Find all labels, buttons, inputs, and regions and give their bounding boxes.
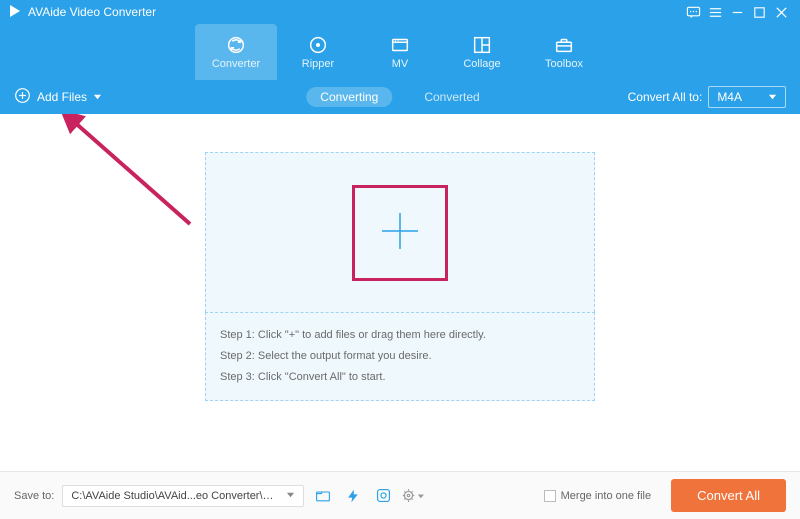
add-files-label: Add Files	[37, 90, 87, 104]
drop-zone: Step 1: Click "+" to add files or drag t…	[205, 152, 595, 401]
caret-down-icon	[768, 90, 777, 104]
ripper-icon	[307, 35, 329, 55]
open-folder-icon[interactable]	[312, 485, 334, 507]
sub-toolbar: Add Files Converting Converted Convert A…	[0, 80, 800, 114]
add-files-button[interactable]: Add Files	[14, 87, 102, 107]
output-format-dropdown[interactable]: M4A	[708, 86, 786, 108]
save-path-dropdown[interactable]: C:\AVAide Studio\AVAid...eo Converter\Co…	[62, 485, 304, 507]
tab-label: Toolbox	[545, 58, 583, 70]
minimize-icon[interactable]	[726, 1, 748, 23]
collage-icon	[471, 35, 493, 55]
close-icon[interactable]	[770, 1, 792, 23]
annotation-arrow	[40, 114, 220, 247]
merge-checkbox[interactable]	[544, 490, 556, 502]
tab-toolbox[interactable]: Toolbox	[523, 24, 605, 80]
tab-label: Collage	[463, 58, 500, 70]
header: Converter Ripper MV Collage Toolbox	[0, 24, 800, 80]
settings-icon[interactable]	[402, 485, 424, 507]
step-2-text: Step 2: Select the output format you des…	[220, 346, 580, 367]
add-files-hitbox[interactable]	[352, 185, 448, 281]
convert-all-to-label: Convert All to:	[628, 90, 703, 104]
bottom-bar: Save to: C:\AVAide Studio\AVAid...eo Con…	[0, 471, 800, 519]
merge-into-one-file[interactable]: Merge into one file	[544, 490, 652, 502]
tab-collage[interactable]: Collage	[441, 24, 523, 80]
plus-icon	[376, 207, 424, 258]
convert-all-button[interactable]: Convert All	[671, 479, 786, 512]
main-area: Step 1: Click "+" to add files or drag t…	[0, 114, 800, 471]
save-path-value: C:\AVAide Studio\AVAid...eo Converter\Co…	[71, 490, 281, 502]
high-speed-icon[interactable]	[342, 485, 364, 507]
converting-pill[interactable]: Converting	[306, 87, 392, 107]
tab-label: MV	[392, 58, 409, 70]
save-to-label: Save to:	[14, 490, 54, 502]
tab-ripper[interactable]: Ripper	[277, 24, 359, 80]
drop-zone-top[interactable]	[205, 152, 595, 312]
maximize-icon[interactable]	[748, 1, 770, 23]
tab-label: Ripper	[302, 58, 334, 70]
title-bar: AVAide Video Converter	[0, 0, 800, 24]
gpu-accel-icon[interactable]	[372, 485, 394, 507]
feedback-icon[interactable]	[682, 1, 704, 23]
step-3-text: Step 3: Click "Convert All" to start.	[220, 367, 580, 388]
converter-icon	[225, 35, 247, 55]
caret-down-icon	[93, 90, 102, 104]
app-title: AVAide Video Converter	[28, 5, 156, 19]
toolbox-icon	[553, 35, 575, 55]
mv-icon	[389, 35, 411, 55]
output-format-value: M4A	[717, 90, 742, 104]
converted-pill[interactable]: Converted	[410, 87, 493, 107]
tab-converter[interactable]: Converter	[195, 24, 277, 80]
menu-icon[interactable]	[704, 1, 726, 23]
merge-label: Merge into one file	[561, 490, 652, 502]
tab-label: Converter	[212, 58, 260, 70]
step-1-text: Step 1: Click "+" to add files or drag t…	[220, 325, 580, 346]
plus-circle-icon	[14, 87, 31, 107]
header-tabs: Converter Ripper MV Collage Toolbox	[195, 24, 605, 80]
app-logo-icon	[8, 4, 22, 21]
caret-down-icon	[286, 490, 295, 502]
tab-mv[interactable]: MV	[359, 24, 441, 80]
drop-zone-steps: Step 1: Click "+" to add files or drag t…	[205, 312, 595, 401]
